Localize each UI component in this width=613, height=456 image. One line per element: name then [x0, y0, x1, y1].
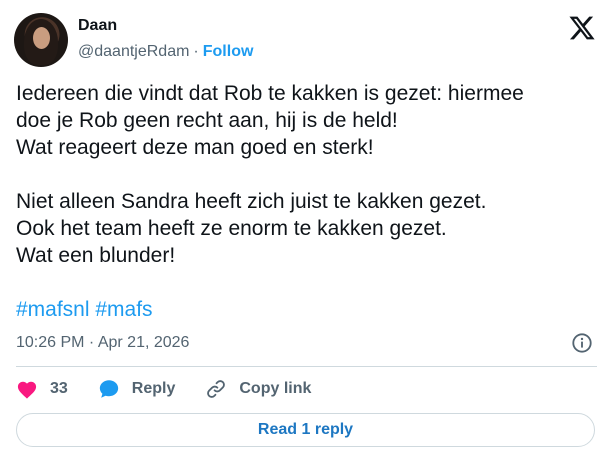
reply-button[interactable]: Reply: [98, 378, 206, 400]
action-bar: 33 Reply Copy link: [16, 374, 311, 404]
tweet-card: Daan @daantjeRdam · Follow Iedereen die vi…: [0, 0, 613, 456]
reply-label: Reply: [131, 380, 176, 397]
info-icon[interactable]: [571, 332, 593, 354]
tweet-line: Wat reageert deze man goed en sterk!: [16, 136, 374, 159]
tweet-text: Iedereen die vindt dat Rob te kakken is …: [16, 80, 601, 269]
tweet-line: Iedereen die vindt dat Rob te kakken is …: [16, 82, 524, 105]
like-count: 33: [50, 380, 68, 397]
hashtag-link[interactable]: #mafsnl: [16, 298, 90, 321]
copy-link-button[interactable]: Copy link: [205, 378, 311, 400]
avatar[interactable]: [14, 13, 68, 67]
heart-icon: [17, 381, 37, 399]
author-handle-row: @daantjeRdam · Follow: [78, 43, 253, 61]
hashtags: #mafsnl #mafs: [16, 296, 153, 323]
author-name[interactable]: Daan: [78, 17, 117, 35]
tweet-line: Wat een blunder!: [16, 244, 176, 267]
handle-separator: ·: [193, 43, 199, 60]
avatar-face: [33, 27, 50, 49]
author-handle[interactable]: @daantjeRdam: [78, 43, 189, 60]
hashtag-link[interactable]: #mafs: [95, 298, 152, 321]
tweet-line: doe je Rob geen recht aan, hij is de hel…: [16, 109, 398, 132]
follow-button[interactable]: Follow: [203, 43, 254, 60]
timestamp[interactable]: 10:26 PM · Apr 21, 2026: [16, 334, 189, 352]
tweet-line: Ook het team heeft ze enorm te kakken ge…: [16, 217, 447, 240]
copy-link-label: Copy link: [239, 380, 312, 397]
paragraph-break: [16, 161, 601, 188]
read-replies-button[interactable]: Read 1 reply: [16, 413, 595, 447]
divider: [16, 366, 597, 367]
x-logo-icon[interactable]: [567, 14, 597, 42]
reply-bubble-icon: [99, 380, 118, 398]
link-icon: [207, 380, 226, 398]
like-button[interactable]: 33: [16, 379, 98, 399]
tweet-line: Niet alleen Sandra heeft zich juist te k…: [16, 190, 487, 213]
